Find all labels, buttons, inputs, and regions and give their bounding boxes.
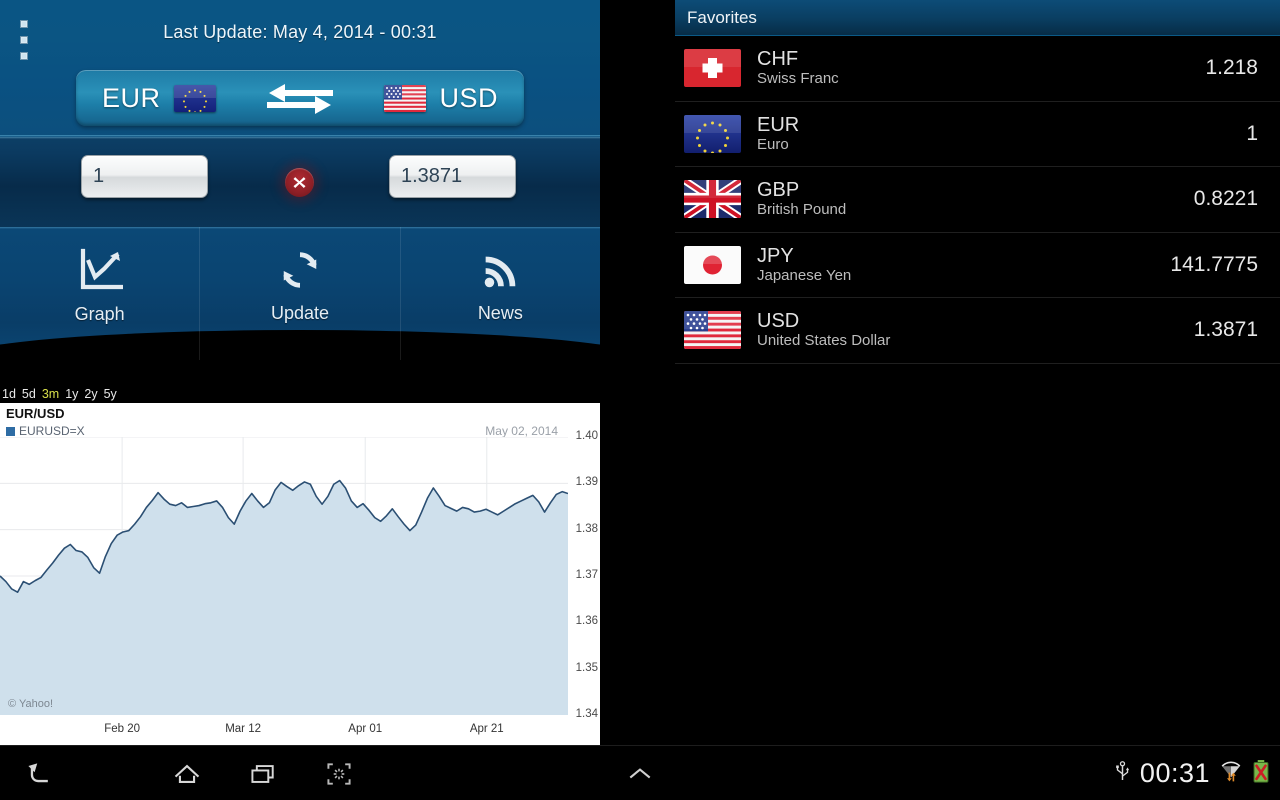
- jp-flag: [684, 245, 741, 284]
- recent-apps-icon[interactable]: [227, 746, 299, 800]
- chevron-up-icon[interactable]: [604, 746, 676, 800]
- currency-converter-app: Last Update: May 4, 2014 - 00:31 EUR USD…: [0, 0, 600, 745]
- app-header: Last Update: May 4, 2014 - 00:31 EUR USD: [0, 0, 600, 137]
- favorite-rate: 141.7775: [1170, 252, 1258, 276]
- favorite-name: Japanese Yen: [757, 266, 852, 284]
- eurusd-chart: EUR/USD EURUSD=X May 02, 2014 1.40 1.39 1.…: [0, 403, 600, 745]
- y-tick-label: 1.38: [575, 522, 598, 535]
- favorite-rate: 1.218: [1205, 56, 1258, 80]
- favorites-panel: Favorites CHF Swiss Franc 1.218 EUR Euro 1 GBP…: [675, 0, 1280, 745]
- y-tick-label: 1.37: [575, 569, 598, 581]
- favorite-row-eur[interactable]: EUR Euro 1: [675, 102, 1280, 167]
- swap-arrows-icon[interactable]: [267, 81, 333, 115]
- range-option-3m[interactable]: 3m: [42, 387, 59, 401]
- update-button-label: Update: [270, 302, 330, 323]
- chart-y-axis: 1.40 1.39 1.38 1.37 1.36 1.35 1.34: [570, 430, 600, 723]
- multiply-icon[interactable]: [285, 168, 314, 197]
- update-button[interactable]: Update: [200, 227, 401, 360]
- x-tick-label: Feb 20: [104, 723, 141, 735]
- favorite-text: JPY Japanese Yen: [757, 245, 1170, 285]
- favorite-name: United States Dollar: [757, 332, 891, 350]
- favorites-list: CHF Swiss Franc 1.218 EUR Euro 1 GBP British Po…: [675, 36, 1280, 364]
- favorite-name: Swiss Franc: [757, 70, 839, 88]
- favorite-text: GBP British Pound: [757, 179, 1194, 219]
- ch-flag: [684, 49, 741, 88]
- favorite-row-gbp[interactable]: GBP British Pound 0.8221: [675, 167, 1280, 233]
- y-tick-label: 1.35: [575, 661, 598, 674]
- currency-pair-swap-bar[interactable]: EUR USD: [76, 70, 524, 126]
- chart-x-axis: Feb 20 Mar 12 Apr 01 Apr 21: [0, 719, 568, 743]
- range-option-5d[interactable]: 5d: [22, 387, 36, 401]
- wifi-transfer-icon: [1219, 759, 1243, 788]
- system-tray: 00:31: [1114, 746, 1270, 800]
- favorite-code: JPY: [757, 244, 794, 267]
- news-button-label: News: [477, 302, 523, 323]
- system-clock: 00:31: [1139, 758, 1210, 788]
- y-tick-label: 1.39: [575, 476, 598, 489]
- favorite-code: GBP: [757, 179, 800, 202]
- graph-button[interactable]: Graph: [0, 227, 201, 360]
- favorite-row-jpy[interactable]: JPY Japanese Yen 141.7775: [675, 233, 1280, 298]
- favorite-row-usd[interactable]: USD United States Dollar 1.3871: [675, 298, 1280, 364]
- range-option-5y[interactable]: 5y: [104, 387, 117, 401]
- pair-to-code: USD: [439, 82, 498, 113]
- favorite-name: Euro: [757, 135, 789, 153]
- action-buttons-row: Graph Update News: [0, 227, 600, 390]
- amount-from-input[interactable]: 1: [81, 155, 208, 198]
- range-option-1d[interactable]: 1d: [2, 387, 16, 401]
- favorite-text: CHF Swiss Franc: [757, 48, 1205, 88]
- favorite-code: CHF: [757, 48, 799, 71]
- back-arrow-icon[interactable]: [3, 746, 75, 800]
- favorite-rate: 0.8221: [1193, 187, 1258, 211]
- x-tick-label: Apr 01: [348, 723, 383, 735]
- pair-from[interactable]: EUR: [102, 83, 216, 114]
- chart-plot-area: [0, 437, 568, 715]
- favorites-header: Favorites: [675, 0, 1280, 36]
- usb-icon: [1114, 760, 1131, 788]
- y-tick-label: 1.34: [575, 708, 598, 720]
- rss-icon: [478, 248, 522, 297]
- us-flag: [684, 311, 741, 350]
- y-tick-label: 1.40: [575, 430, 598, 442]
- pair-from-code: EUR: [102, 82, 161, 113]
- last-update-label: Last Update: May 4, 2014 - 00:31: [163, 22, 437, 42]
- home-icon[interactable]: [151, 746, 223, 800]
- x-tick-label: Mar 12: [225, 723, 261, 735]
- us-flag: [384, 84, 427, 112]
- eu-flag: [684, 114, 741, 153]
- range-option-2y[interactable]: 2y: [84, 387, 97, 401]
- favorite-row-chf[interactable]: CHF Swiss Franc 1.218: [675, 36, 1280, 102]
- chart-legend: EURUSD=X: [6, 424, 85, 438]
- legend-swatch: [6, 426, 15, 436]
- pair-to[interactable]: USD: [384, 83, 498, 114]
- favorite-code: USD: [757, 310, 800, 333]
- line-chart-icon: [77, 247, 123, 298]
- refresh-icon: [278, 248, 322, 297]
- chart-title: EUR/USD: [6, 406, 65, 421]
- gb-flag: [684, 180, 741, 219]
- legend-label: EURUSD=X: [19, 424, 85, 438]
- favorite-text: EUR Euro: [757, 114, 1246, 154]
- favorite-text: USD United States Dollar: [757, 310, 1194, 350]
- favorite-rate: 1: [1246, 121, 1258, 145]
- favorite-code: EUR: [757, 113, 800, 136]
- screen: Last Update: May 4, 2014 - 00:31 EUR USD…: [0, 0, 1280, 800]
- favorite-rate: 1.3871: [1193, 318, 1258, 342]
- favorite-name: British Pound: [757, 201, 847, 219]
- amount-to-input[interactable]: 1.3871: [389, 155, 516, 198]
- eu-flag: [173, 84, 216, 112]
- screenshot-icon[interactable]: [303, 746, 375, 800]
- x-tick-label: Apr 21: [469, 723, 504, 735]
- news-button[interactable]: News: [401, 227, 600, 360]
- chart-area-fill: [0, 480, 568, 715]
- y-tick-label: 1.36: [575, 615, 598, 628]
- chart-annotation-date: May 02, 2014: [485, 424, 558, 438]
- chart-range-selector[interactable]: 1d 5d 3m 1y 2y 5y: [0, 384, 600, 403]
- chart-watermark: © Yahoo!: [8, 698, 54, 710]
- battery-error-icon: [1252, 759, 1270, 789]
- range-option-1y[interactable]: 1y: [65, 387, 78, 401]
- graph-button-label: Graph: [74, 303, 125, 324]
- system-navigation-bar: 00:31: [0, 745, 1280, 800]
